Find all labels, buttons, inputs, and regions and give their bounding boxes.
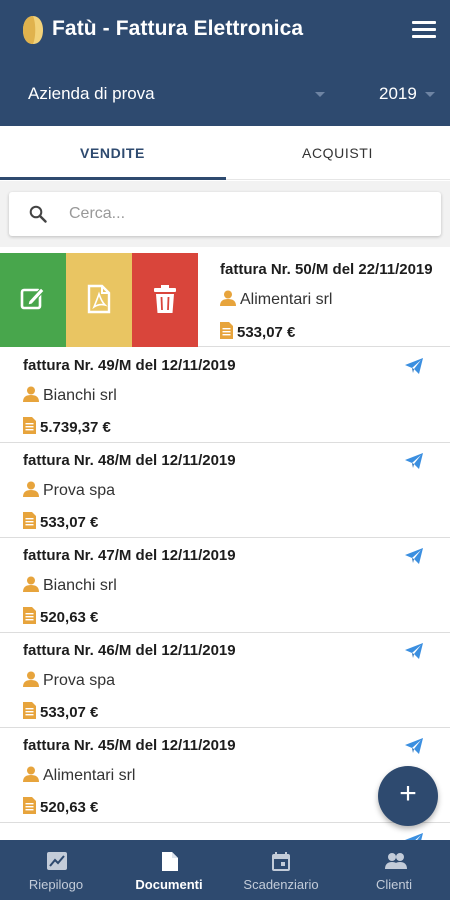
- send-icon[interactable]: [405, 833, 423, 840]
- plus-icon: +: [399, 777, 417, 810]
- search-input[interactable]: [69, 192, 429, 236]
- invoice-amount: 5.739,37 €: [23, 417, 111, 436]
- person-icon: [23, 766, 39, 782]
- receipt-icon: [23, 797, 36, 814]
- invoice-title: fattura Nr. 48/M del 12/11/2019: [23, 452, 236, 469]
- bottom-navigation: Riepilogo Documenti Scadenziario Clienti: [0, 840, 450, 900]
- app-header: Fatù - Fattura Elettronica Azienda di pr…: [0, 0, 450, 126]
- chart-icon: [47, 852, 67, 870]
- edit-button[interactable]: [0, 253, 66, 347]
- invoice-title: fattura Nr. 45/M del 12/11/2019: [23, 737, 236, 754]
- year-select[interactable]: 2019: [379, 84, 439, 106]
- invoice-client-name: Bianchi srl: [43, 577, 117, 594]
- app-title: Fatù - Fattura Elettronica: [52, 17, 304, 40]
- person-icon: [23, 386, 39, 402]
- person-icon: [23, 671, 39, 687]
- invoice-row[interactable]: fattura Nr. 49/M del 12/11/2019 Bianchi …: [0, 348, 450, 443]
- people-icon: [385, 853, 407, 869]
- nav-label: Documenti: [135, 877, 203, 892]
- tab-acquisti[interactable]: ACQUISTI: [225, 126, 450, 180]
- invoice-client-name: Alimentari srl: [43, 767, 136, 784]
- person-icon: [23, 481, 39, 497]
- search-box[interactable]: [9, 192, 441, 236]
- send-icon[interactable]: [405, 738, 423, 754]
- add-invoice-button[interactable]: +: [378, 766, 438, 826]
- invoice-row-swiped[interactable]: fattura Nr. 50/M del 22/11/2019 Alimenta…: [0, 253, 450, 347]
- send-icon[interactable]: [405, 643, 423, 659]
- invoice-amount: 533,07 €: [23, 512, 98, 531]
- invoice-amount: 533,07 €: [220, 322, 295, 341]
- invoice-amount-value: 520,63 €: [40, 799, 99, 816]
- receipt-icon: [23, 607, 36, 624]
- invoice-client: Bianchi srl: [23, 386, 117, 408]
- invoice-row[interactable]: fattura Nr. 48/M del 12/11/2019 Prova sp…: [0, 443, 450, 538]
- invoice-row-content: fattura Nr. 50/M del 22/11/2019 Alimenta…: [198, 253, 450, 347]
- calendar-icon: [272, 852, 290, 871]
- nav-label: Scadenziario: [243, 877, 319, 892]
- pdf-icon: [87, 284, 111, 314]
- pdf-button[interactable]: [66, 253, 132, 347]
- invoice-amount-value: 520,63 €: [40, 609, 99, 626]
- invoice-amount-value: 533,07 €: [40, 704, 99, 721]
- chevron-down-icon: [315, 92, 325, 97]
- invoice-client-name: Bianchi srl: [43, 387, 117, 404]
- nav-item-scadenziario[interactable]: Scadenziario: [225, 840, 337, 900]
- nav-label: Clienti: [375, 877, 413, 892]
- person-icon: [23, 576, 39, 592]
- invoice-amount-value: 533,07 €: [237, 324, 296, 341]
- invoice-title: fattura Nr. 49/M del 12/11/2019: [23, 357, 236, 374]
- person-icon: [220, 290, 236, 306]
- invoice-title: fattura Nr. 46/M del 12/11/2019: [23, 642, 236, 659]
- invoice-client-name: Prova spa: [43, 672, 116, 689]
- invoice-amount: 520,63 €: [23, 797, 98, 816]
- invoice-amount: 520,63 €: [23, 607, 98, 626]
- app-screen: Fatù - Fattura Elettronica Azienda di pr…: [0, 0, 450, 900]
- trash-icon: [154, 285, 176, 313]
- invoice-row[interactable]: fattura Nr. 47/M del 12/11/2019 Bianchi …: [0, 538, 450, 633]
- invoice-client: Bianchi srl: [23, 576, 117, 598]
- invoice-title: fattura Nr. 50/M del 22/11/2019: [220, 261, 433, 278]
- year-select-value: 2019: [379, 84, 417, 103]
- hamburger-menu-icon[interactable]: [412, 21, 436, 41]
- invoice-row[interactable]: fattura Nr. 46/M del 12/11/2019 Prova sp…: [0, 633, 450, 728]
- document-icon: [162, 852, 178, 871]
- nav-item-documenti[interactable]: Documenti: [113, 840, 225, 900]
- tab-bar: VENDITE ACQUISTI: [0, 126, 450, 180]
- search-icon: [29, 205, 47, 223]
- send-icon[interactable]: [405, 358, 423, 374]
- send-icon[interactable]: [405, 453, 423, 469]
- nav-item-clienti[interactable]: Clienti: [338, 840, 450, 900]
- nav-item-riepilogo[interactable]: Riepilogo: [0, 840, 112, 900]
- invoice-list: fattura Nr. 50/M del 22/11/2019 Alimenta…: [0, 247, 450, 840]
- invoice-title: fattura Nr. 47/M del 12/11/2019: [23, 547, 236, 564]
- delete-button[interactable]: [132, 253, 198, 347]
- invoice-amount-value: 5.739,37 €: [40, 419, 111, 436]
- invoice-client: Prova spa: [23, 671, 115, 693]
- chevron-down-icon: [425, 92, 435, 97]
- send-icon[interactable]: [405, 548, 423, 564]
- nav-label: Riepilogo: [28, 877, 84, 892]
- tab-active-indicator: [0, 177, 226, 180]
- invoice-client: Alimentari srl: [23, 766, 135, 788]
- receipt-icon: [23, 417, 36, 434]
- tab-vendite[interactable]: VENDITE: [0, 126, 225, 180]
- invoice-row-partial[interactable]: [0, 823, 450, 840]
- invoice-client-name: Prova spa: [43, 482, 116, 499]
- edit-icon: [20, 287, 45, 310]
- receipt-icon: [220, 322, 233, 339]
- invoice-client-name: Alimentari srl: [240, 291, 333, 308]
- invoice-client: Prova spa: [23, 481, 115, 503]
- invoice-client: Alimentari srl: [220, 290, 332, 312]
- search-bar: [0, 181, 450, 247]
- invoice-amount: 533,07 €: [23, 702, 98, 721]
- invoice-amount-value: 533,07 €: [40, 514, 99, 531]
- receipt-icon: [23, 702, 36, 719]
- company-select[interactable]: Azienda di prova: [28, 84, 328, 106]
- app-logo-icon: [23, 16, 43, 44]
- receipt-icon: [23, 512, 36, 529]
- company-select-value: Azienda di prova: [28, 84, 155, 103]
